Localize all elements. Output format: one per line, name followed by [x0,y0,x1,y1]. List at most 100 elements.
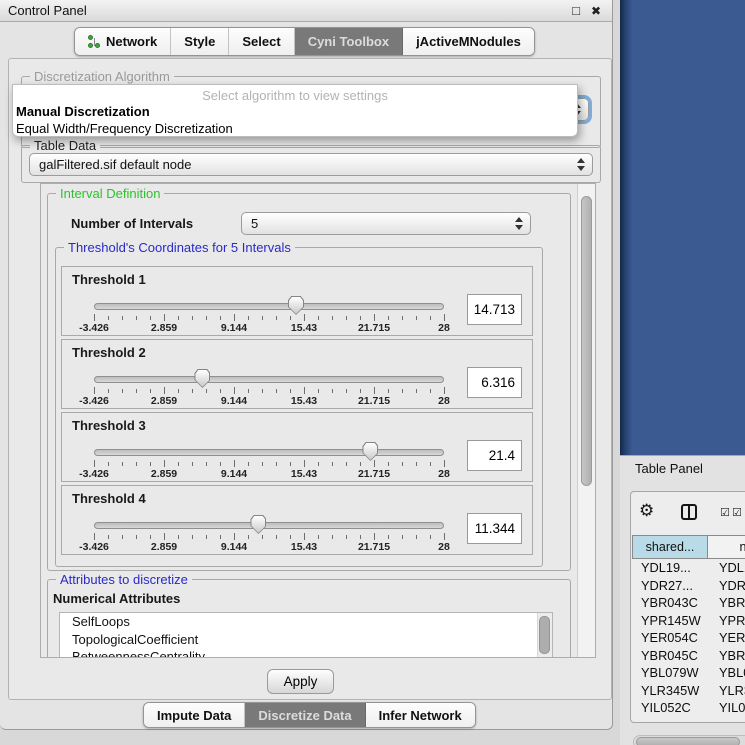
table-toolbar: ⚙ ☑ ☑ [631,492,745,534]
table-cell[interactable]: YBL079W [632,664,708,682]
table-cell[interactable]: YDL19 [708,559,745,577]
attribute-item-selfloops[interactable]: SelfLoops [60,613,552,631]
table-cell[interactable]: YER05 [708,629,745,647]
algorithm-option-equal-width[interactable]: Equal Width/Frequency Discretization [16,121,569,136]
table-row[interactable]: YDR27...YDR27 [632,577,745,595]
table-cell[interactable]: YBR04 [708,594,745,612]
table-cell[interactable]: YBL07 [708,664,745,682]
threshold-3-value-field[interactable] [467,440,522,471]
checkbox-icon[interactable]: ☑ [720,506,730,519]
gear-icon[interactable]: ⚙ [639,501,654,521]
table-cell[interactable]: YBR045C [632,647,708,665]
table-cell[interactable]: YBR04 [708,647,745,665]
control-panel-title: Control Panel [8,0,87,22]
threshold-2-slider-thumb[interactable] [194,369,210,388]
tab-style[interactable]: Style [171,28,229,55]
cytoscape-desktop: GAL80GACGAL11GAL4GCY1HHAP2 [620,0,745,455]
top-tab-strip: Network Style Select Cyni Toolbox jActiv… [74,27,535,56]
table-row[interactable]: YIL052CYIL05 [632,699,745,717]
table-data-combo[interactable]: galFiltered.sif default node [29,153,593,176]
numerical-attributes-list: SelfLoops TopologicalCoefficient Between… [59,612,553,658]
table-cell[interactable]: YBR043C [632,594,708,612]
threshold-4-slider-track[interactable] [94,522,444,529]
slider-scale-labels: -3.4262.8599.14415.4321.71528 [94,468,444,480]
threshold-3-panel: Threshold 3 -3.4262.8599.14415.4321.7152… [61,412,533,482]
algorithm-popup-hint: Select algorithm to view settings [13,88,577,103]
column-header-shared-name[interactable]: shared... [632,535,708,559]
numerical-attributes-heading: Numerical Attributes [53,591,180,606]
table-row[interactable]: YBL079WYBL07 [632,664,745,682]
threshold-4-label: Threshold 4 [72,491,146,506]
tab-discretize-data[interactable]: Discretize Data [245,703,365,727]
table-cell[interactable]: YER054C [632,629,708,647]
table-cell[interactable]: YLR345W [632,682,708,700]
table-hscrollbar-thumb[interactable] [636,737,740,745]
threshold-1-slider-track[interactable] [94,303,444,310]
algorithm-option-manual[interactable]: Manual Discretization [16,104,569,119]
slider-scale-labels: -3.4262.8599.14415.4321.71528 [94,541,444,553]
threshold-2-value-field[interactable] [467,367,522,398]
table-panel: Table Panel ⚙ ☑ ☑ shared... na YDL19...Y… [620,455,745,745]
threshold-3-slider-thumb[interactable] [362,442,378,461]
tab-infer-network[interactable]: Infer Network [366,703,475,727]
table-cell[interactable]: YDL19... [632,559,708,577]
settings-scrollbar-thumb[interactable] [581,196,592,486]
slider-tick-marks [94,460,444,468]
algorithm-dropdown-popup: Select algorithm to view settings Manual… [12,84,578,137]
screen: Control Panel □ ✖ Network Style Select C… [0,0,745,745]
tab-cyni-toolbox[interactable]: Cyni Toolbox [295,28,403,55]
attributes-group-title: Attributes to discretize [56,572,192,587]
threshold-1-label: Threshold 1 [72,272,146,287]
threshold-4-value-field[interactable] [467,513,522,544]
table-row[interactable]: YBR045CYBR04 [632,647,745,665]
tab-select[interactable]: Select [229,28,294,55]
column-layout-icon[interactable] [681,504,697,520]
table-rows: YDL19...YDL19YDR27...YDR27YBR043CYBR04YP… [632,559,745,717]
table-cell[interactable]: YPR14 [708,612,745,630]
table-cell[interactable]: YIL05 [708,699,745,717]
table-row[interactable]: YPR145WYPR14 [632,612,745,630]
table-cell[interactable]: YPR145W [632,612,708,630]
combo-arrows-icon [515,217,524,230]
list-scrollbar-track[interactable] [537,613,552,658]
float-window-icon[interactable]: □ [568,2,584,20]
table-cell[interactable]: YDR27... [632,577,708,595]
tab-impute-data[interactable]: Impute Data [144,703,245,727]
checkbox-icon[interactable]: ☑ [732,506,742,519]
table-cell[interactable]: YLR34 [708,682,745,700]
column-header-name[interactable]: na [708,535,745,559]
table-panel-body: ⚙ ☑ ☑ shared... na YDL19...YDL19YDR27...… [630,491,745,723]
threshold-4-slider-thumb[interactable] [250,515,266,534]
table-cell[interactable]: YDR27 [708,577,745,595]
number-of-intervals-combo[interactable]: 5 [241,212,531,235]
threshold-1-slider-thumb[interactable] [288,296,304,315]
tab-network[interactable]: Network [75,28,171,55]
settings-scroll-viewport: Interval Definition Number of Intervals … [40,183,596,658]
settings-scrollbar-track[interactable] [577,184,595,657]
number-of-intervals-label: Number of Intervals [71,216,193,231]
table-row[interactable]: YBR043CYBR04 [632,594,745,612]
slider-scale-labels: -3.4262.8599.14415.4321.71528 [94,322,444,334]
table-row[interactable]: YLR345WYLR34 [632,682,745,700]
threshold-2-panel: Threshold 2 -3.4262.8599.14415.4321.7152… [61,339,533,409]
table-panel-title: Table Panel [635,461,703,476]
list-scrollbar-thumb[interactable] [539,616,550,654]
slider-tick-marks [94,533,444,541]
table-cell[interactable]: YIL052C [632,699,708,717]
apply-button[interactable]: Apply [267,669,334,694]
table-row[interactable]: YER054CYER05 [632,629,745,647]
control-panel-window: Control Panel □ ✖ Network Style Select C… [0,0,613,730]
number-of-intervals-value: 5 [251,213,258,234]
tab-jactivemnodules[interactable]: jActiveMNodules [403,28,534,55]
threshold-3-slider-track[interactable] [94,449,444,456]
threshold-2-slider-track[interactable] [94,376,444,383]
close-window-icon[interactable]: ✖ [588,2,604,20]
table-hscrollbar-track[interactable] [633,735,745,745]
attribute-item-topologicalcoefficient[interactable]: TopologicalCoefficient [60,631,552,649]
threshold-1-value-field[interactable] [467,294,522,325]
attribute-item-betweennesscentrality[interactable]: BetweennessCentrality [60,648,552,658]
combo-arrows-icon [577,158,586,171]
table-row[interactable]: YDL19...YDL19 [632,559,745,577]
thresholds-group-title: Threshold's Coordinates for 5 Intervals [64,240,295,255]
control-panel-titlebar: Control Panel □ ✖ [0,0,612,22]
